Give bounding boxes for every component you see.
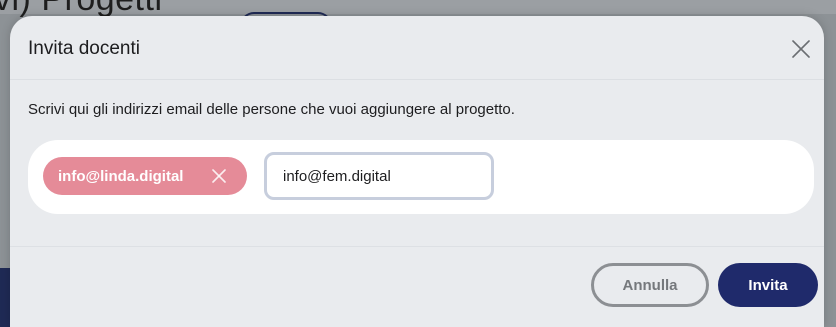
modal-header: Invita docenti xyxy=(10,16,824,80)
remove-email-button[interactable] xyxy=(209,166,229,186)
invite-teachers-modal: Invita docenti Scrivi qui gli indirizzi … xyxy=(10,16,824,327)
cancel-button[interactable]: Annulla xyxy=(591,263,709,307)
modal-description: Scrivi qui gli indirizzi email delle per… xyxy=(28,101,515,118)
close-icon xyxy=(212,169,226,183)
email-recipients-field: info@linda.digital xyxy=(28,140,814,214)
email-input[interactable] xyxy=(264,152,494,200)
email-chip: info@linda.digital xyxy=(43,157,247,195)
modal-title: Invita docenti xyxy=(28,38,140,59)
email-chip-label: info@linda.digital xyxy=(58,167,184,185)
invite-button[interactable]: Invita xyxy=(718,263,818,307)
footer-divider xyxy=(10,246,824,247)
close-icon xyxy=(792,40,810,58)
backdrop-sidebar xyxy=(0,268,10,327)
close-button[interactable] xyxy=(788,36,814,62)
